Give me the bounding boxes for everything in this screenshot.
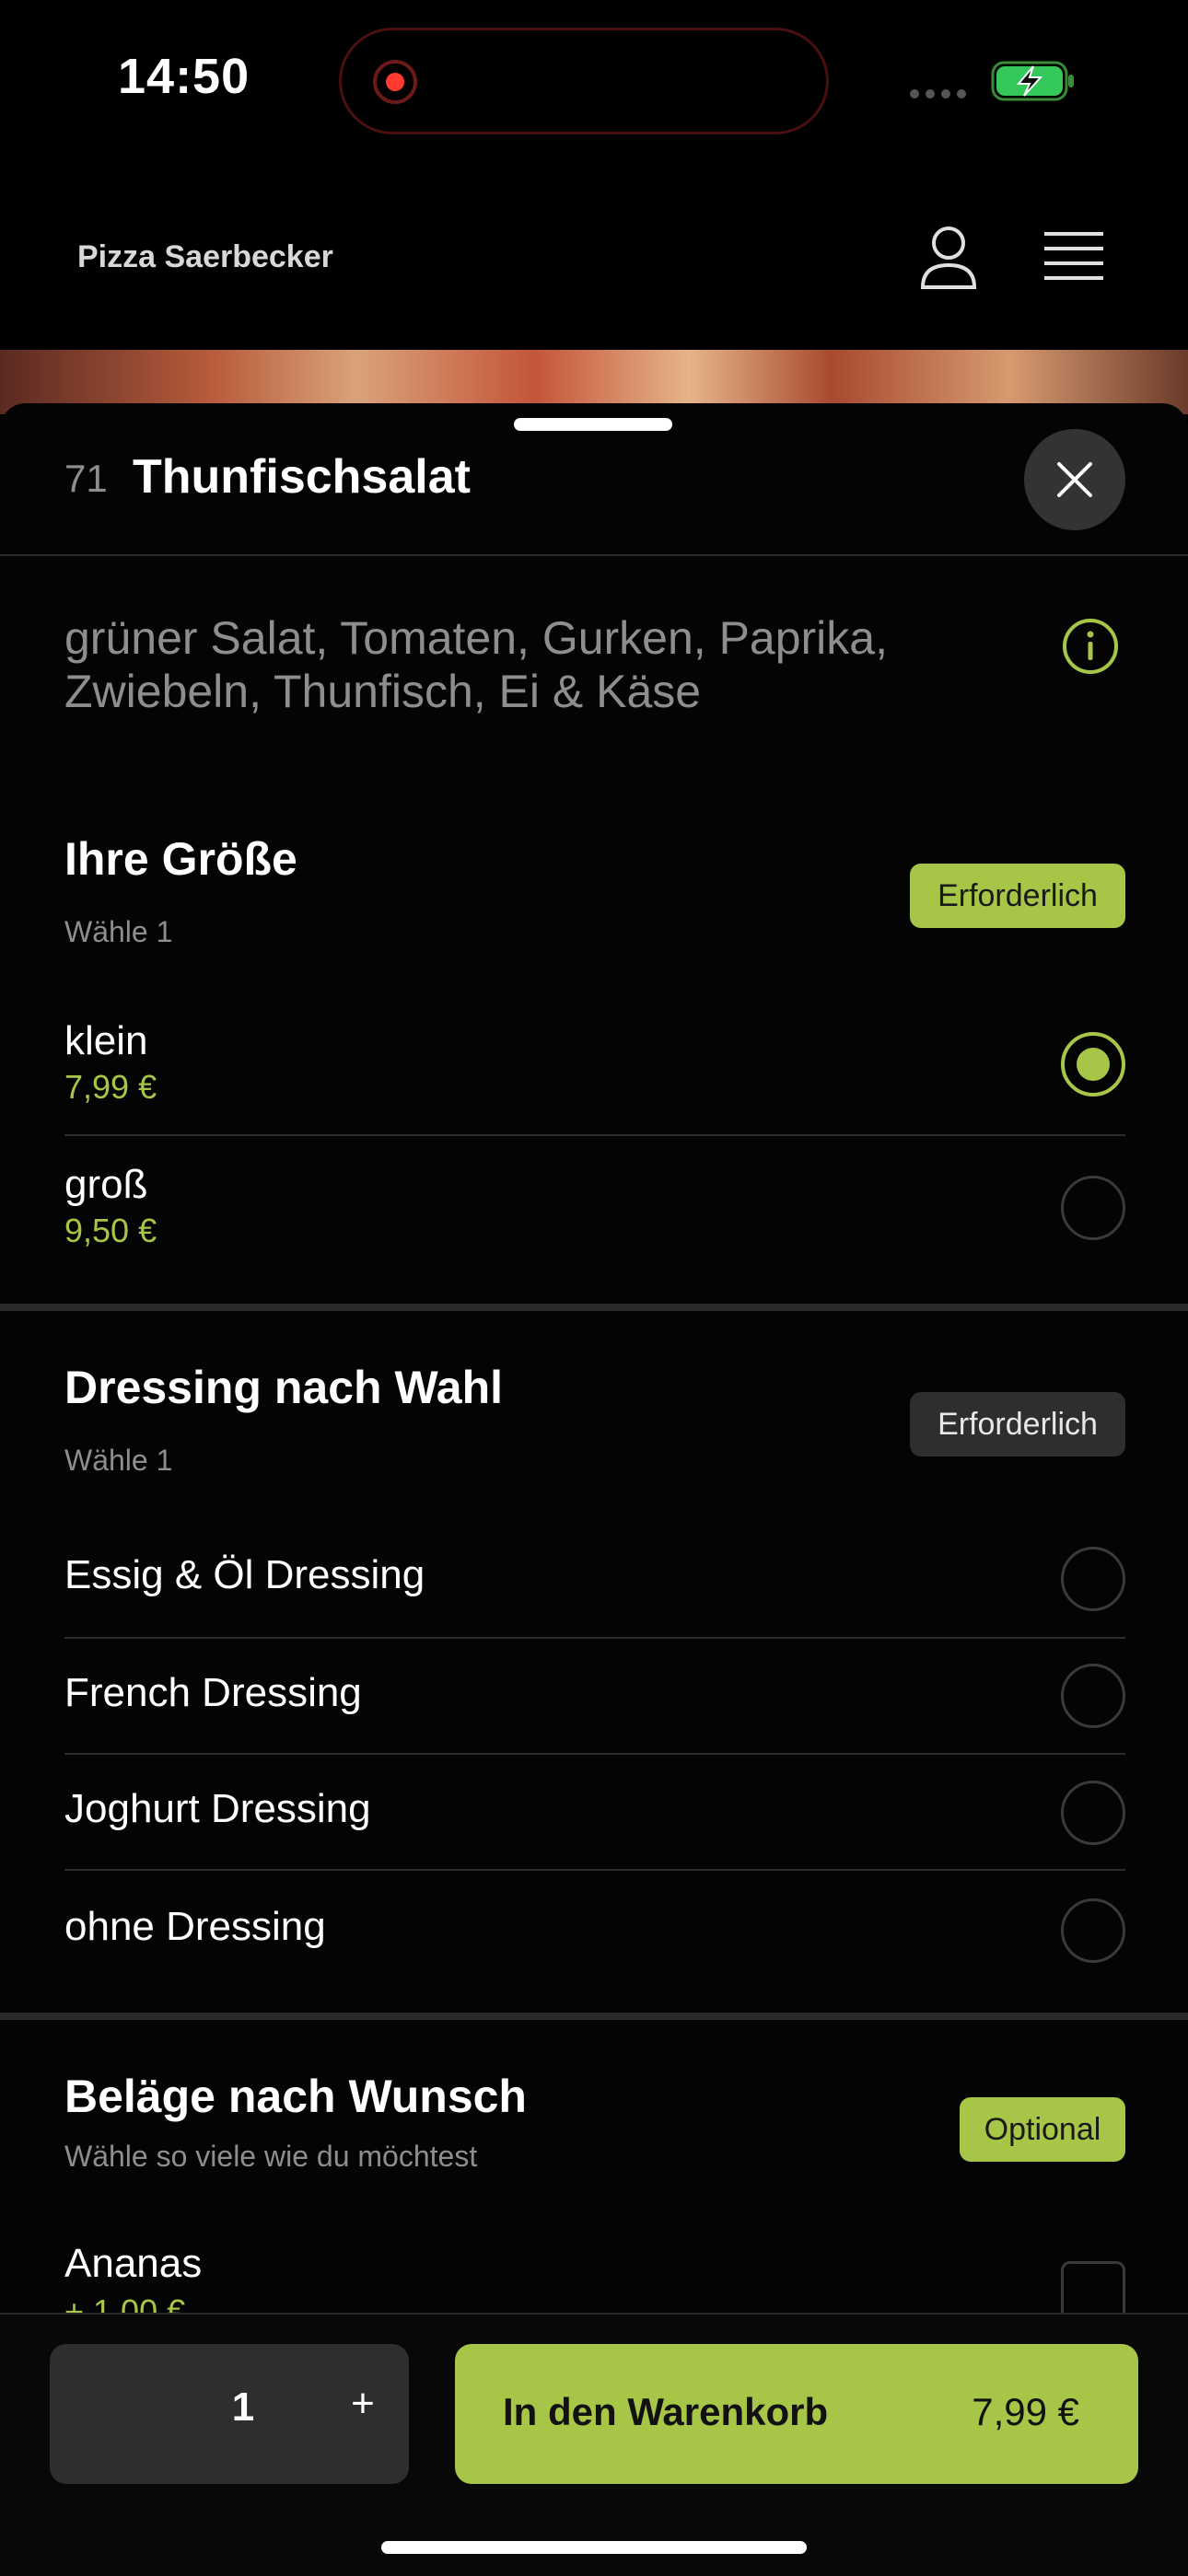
section-divider <box>0 2013 1188 2020</box>
option-label-essig-oel[interactable]: Essig & Öl Dressing <box>64 1552 425 1598</box>
dynamic-island <box>339 28 829 134</box>
info-icon[interactable] <box>1061 617 1120 676</box>
option-label-joghurt[interactable]: Joghurt Dressing <box>64 1786 371 1832</box>
option-divider <box>64 1637 1125 1639</box>
product-description: grüner Salat, Tomaten, Gurken, Paprika, … <box>64 612 888 717</box>
dressing-group-subtitle: Wähle 1 <box>64 1444 173 1477</box>
add-to-cart-button[interactable]: In den Warenkorb 7,99 € <box>455 2344 1138 2484</box>
cart-total-price: 7,99 € <box>972 2390 1079 2433</box>
add-to-cart-label: In den Warenkorb <box>503 2390 829 2433</box>
order-footer: 1 + In den Warenkorb 7,99 € <box>0 2313 1188 2576</box>
option-divider <box>64 1753 1125 1755</box>
option-divider <box>64 1869 1125 1871</box>
toppings-group-subtitle: Wähle so viele wie du möchtest <box>64 2140 478 2173</box>
radio-french[interactable] <box>1061 1664 1125 1728</box>
radio-joghurt[interactable] <box>1061 1781 1125 1845</box>
option-label-gross[interactable]: groß <box>64 1162 147 1208</box>
required-badge: Erforderlich <box>910 1392 1125 1456</box>
dressing-group-title: Dressing nach Wahl <box>64 1362 504 1413</box>
radio-gross[interactable] <box>1061 1176 1125 1240</box>
user-account-icon[interactable] <box>919 225 978 291</box>
close-icon <box>1057 462 1092 497</box>
quantity-plus-button[interactable]: + <box>335 2381 390 2427</box>
required-badge: Erforderlich <box>910 864 1125 928</box>
hamburger-menu-icon[interactable] <box>1044 230 1103 284</box>
radio-essig-oel[interactable] <box>1061 1547 1125 1611</box>
product-number: 71 <box>64 457 108 500</box>
option-label-french[interactable]: French Dressing <box>64 1670 362 1716</box>
battery-charging-icon <box>991 61 1074 101</box>
signal-icon <box>910 87 973 99</box>
option-label-klein[interactable]: klein <box>64 1018 148 1064</box>
option-price-klein: 7,99 € <box>64 1068 157 1106</box>
section-divider <box>0 1304 1188 1311</box>
recording-indicator-icon <box>373 60 417 104</box>
home-indicator[interactable] <box>381 2541 807 2554</box>
product-title: Thunfischsalat <box>133 450 471 504</box>
status-bar: 14:50 <box>0 0 1188 175</box>
product-options-sheet: 71 Thunfischsalat grüner Salat, Tomaten,… <box>0 403 1188 2574</box>
sheet-grabber[interactable] <box>514 418 672 431</box>
quantity-value: 1 <box>231 2385 255 2430</box>
toppings-group-title: Beläge nach Wunsch <box>64 2071 527 2122</box>
size-group-subtitle: Wähle 1 <box>64 915 173 948</box>
option-divider <box>64 1134 1125 1136</box>
option-price-gross: 9,50 € <box>64 1212 157 1249</box>
option-label-ananas[interactable]: Ananas <box>64 2241 202 2287</box>
divider <box>0 554 1188 556</box>
status-time: 14:50 <box>118 49 250 104</box>
radio-ohne[interactable] <box>1061 1898 1125 1963</box>
close-button[interactable] <box>1024 429 1125 530</box>
optional-badge: Optional <box>960 2097 1125 2162</box>
option-label-ohne[interactable]: ohne Dressing <box>64 1904 326 1950</box>
quantity-stepper[interactable]: 1 + <box>50 2344 409 2484</box>
radio-klein[interactable] <box>1061 1032 1125 1097</box>
brand-name[interactable]: Pizza Saerbecker <box>77 239 333 275</box>
size-group-title: Ihre Größe <box>64 833 297 885</box>
